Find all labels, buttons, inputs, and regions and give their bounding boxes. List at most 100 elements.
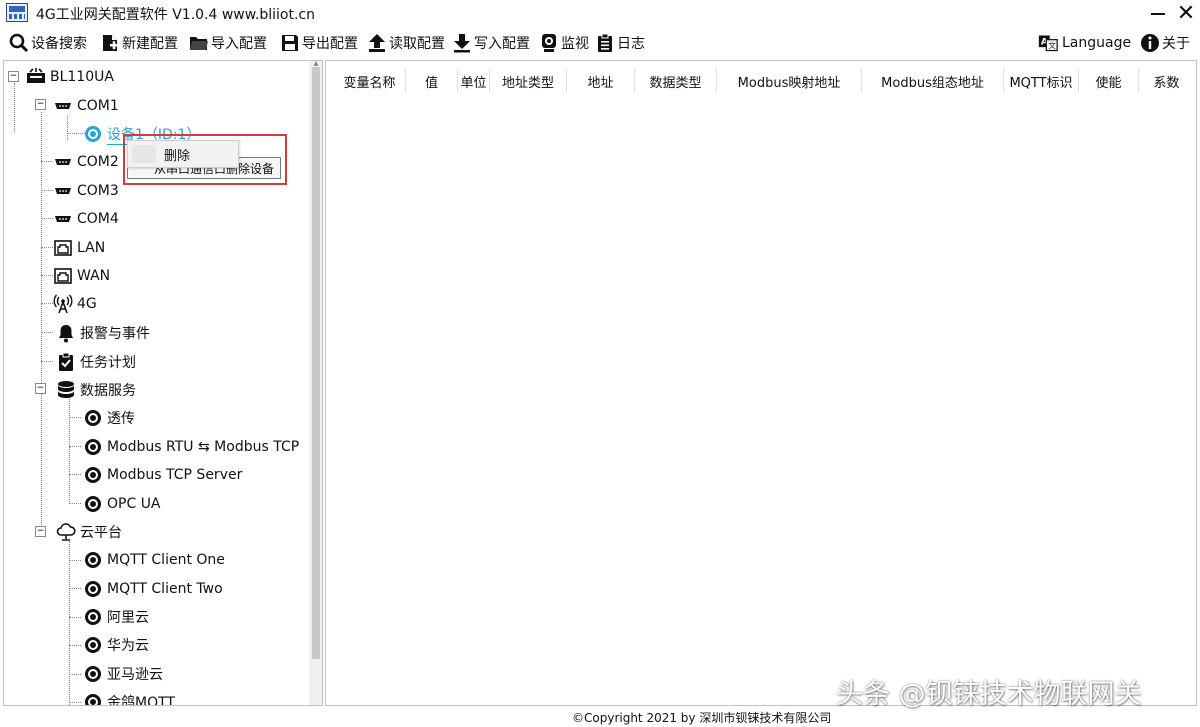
tree-node-com4[interactable]: COM4 bbox=[53, 208, 119, 230]
tree-connector bbox=[41, 161, 53, 162]
about-button[interactable]: 关于 bbox=[1140, 31, 1190, 55]
tree-node-jinge[interactable]: 金鸽MQTT bbox=[83, 691, 175, 706]
language-button[interactable]: A文 Language bbox=[1036, 31, 1131, 55]
new-config-button[interactable]: 新建配置 bbox=[100, 31, 178, 55]
column-header-modbus-map-address[interactable]: Modbus映射地址 bbox=[717, 69, 862, 93]
device-search-button[interactable]: 设备搜索 bbox=[9, 31, 87, 55]
tree-node-com1[interactable]: COM1 bbox=[53, 95, 119, 117]
write-config-label: 写入配置 bbox=[474, 36, 530, 52]
device-search-label: 设备搜索 bbox=[31, 36, 87, 52]
tree-node-aws[interactable]: 亚马逊云 bbox=[83, 663, 163, 685]
tree-node-root[interactable]: BL110UA bbox=[26, 66, 114, 88]
tree-connector bbox=[41, 361, 53, 362]
column-header-coefficient[interactable]: 系数 bbox=[1139, 69, 1194, 93]
tree-node-huawei[interactable]: 华为云 bbox=[83, 634, 149, 656]
tree-scrollbar-thumb[interactable] bbox=[312, 67, 320, 659]
import-config-button[interactable]: 导入配置 bbox=[189, 31, 267, 55]
tree-connector bbox=[69, 674, 81, 675]
tree-connector bbox=[14, 83, 15, 133]
tree-connector bbox=[41, 247, 53, 248]
tree-node-tcp-server[interactable]: Modbus TCP Server bbox=[83, 464, 242, 486]
serial-port-icon bbox=[53, 181, 73, 201]
ethernet-port-icon bbox=[53, 266, 73, 286]
log-button[interactable]: 日志 bbox=[595, 31, 645, 55]
tree-node-lan[interactable]: LAN bbox=[53, 237, 105, 259]
gateway-icon bbox=[26, 67, 46, 87]
tree-node-com3[interactable]: COM3 bbox=[53, 180, 119, 202]
tree-node-com2-label: COM2 bbox=[77, 154, 119, 170]
tree-connector bbox=[69, 702, 81, 703]
tree-connector bbox=[69, 503, 81, 504]
collapse-root-toggle[interactable]: − bbox=[8, 71, 19, 82]
title-bar: 4G工业网关配置软件 V1.0.4 www.bliiot.cn ✕ bbox=[0, 0, 1200, 27]
annotation-highlight-box bbox=[123, 134, 287, 185]
column-header-variable-name[interactable]: 变量名称 bbox=[334, 69, 406, 93]
collapse-com1-toggle[interactable]: − bbox=[35, 99, 46, 110]
tree-connector bbox=[69, 396, 70, 504]
tree-connector bbox=[41, 190, 53, 191]
service-icon bbox=[83, 579, 103, 599]
svg-text:文: 文 bbox=[1048, 40, 1056, 50]
column-header-value[interactable]: 值 bbox=[406, 69, 458, 93]
column-header-unit[interactable]: 单位 bbox=[458, 69, 490, 93]
tree-node-huawei-label: 华为云 bbox=[107, 638, 149, 654]
tree-node-jinge-label: 金鸽MQTT bbox=[107, 695, 175, 706]
column-header-modbus-config-address[interactable]: Modbus组态地址 bbox=[862, 69, 1004, 93]
tree-node-mqtt-two[interactable]: MQTT Client Two bbox=[83, 578, 223, 600]
tree-node-4g[interactable]: 4G bbox=[53, 293, 97, 315]
column-header-address-type[interactable]: 地址类型 bbox=[490, 69, 567, 93]
close-button[interactable]: ✕ bbox=[1164, 0, 1200, 27]
download-arrow-icon bbox=[452, 33, 472, 53]
database-icon bbox=[56, 380, 76, 400]
tree-node-mqtt-one[interactable]: MQTT Client One bbox=[83, 549, 225, 571]
tree-node-com2[interactable]: COM2 bbox=[53, 151, 119, 173]
tree-node-tasks-label: 任务计划 bbox=[80, 355, 136, 371]
service-icon bbox=[83, 664, 103, 684]
bell-icon bbox=[56, 323, 76, 343]
serial-port-icon bbox=[53, 152, 73, 172]
tree-node-opc-ua[interactable]: OPC UA bbox=[83, 493, 161, 515]
tree-connector bbox=[69, 617, 81, 618]
copyright-text: ©Copyright 2021 by 深圳市钡铼技术有限公司 bbox=[572, 711, 832, 725]
tree-connector bbox=[69, 645, 81, 646]
ethernet-port-icon bbox=[53, 238, 73, 258]
collapse-data-service-toggle[interactable]: − bbox=[35, 383, 46, 394]
tree-connector bbox=[69, 446, 81, 447]
tree-node-root-label: BL110UA bbox=[50, 69, 114, 85]
read-config-button[interactable]: 读取配置 bbox=[367, 31, 445, 55]
column-header-address[interactable]: 地址 bbox=[567, 69, 635, 93]
write-config-button[interactable]: 写入配置 bbox=[452, 31, 530, 55]
clipboard-icon bbox=[595, 33, 615, 53]
service-icon bbox=[83, 550, 103, 570]
tree-node-rtu-tcp-label: Modbus RTU ⇆ Modbus TCP bbox=[107, 439, 300, 455]
webcam-icon bbox=[539, 33, 559, 53]
collapse-cloud-toggle[interactable]: − bbox=[35, 526, 46, 537]
tree-scrollbar[interactable]: ▲ bbox=[309, 61, 322, 705]
monitor-button[interactable]: 监视 bbox=[539, 31, 589, 55]
serial-port-icon bbox=[53, 96, 73, 116]
tree-connector bbox=[69, 417, 81, 418]
antenna-icon bbox=[53, 294, 73, 314]
tree-connector bbox=[41, 303, 53, 304]
tree-node-com3-label: COM3 bbox=[77, 183, 119, 199]
export-config-button[interactable]: 导出配置 bbox=[280, 31, 358, 55]
variable-table-panel: 变量名称 值 单位 地址类型 地址 数据类型 Modbus映射地址 Modbus… bbox=[325, 60, 1197, 706]
tree-node-tasks[interactable]: 任务计划 bbox=[56, 351, 136, 373]
tree-node-alarm[interactable]: 报警与事件 bbox=[56, 322, 150, 344]
device-icon bbox=[83, 124, 103, 144]
tree-node-aws-label: 亚马逊云 bbox=[107, 667, 163, 683]
tree-node-cloud[interactable]: 云平台 bbox=[56, 521, 122, 543]
minimize-icon bbox=[1151, 12, 1165, 15]
service-icon bbox=[83, 635, 103, 655]
folder-icon bbox=[189, 33, 209, 53]
column-header-data-type[interactable]: 数据类型 bbox=[635, 69, 717, 93]
tree-node-aliyun[interactable]: 阿里云 bbox=[83, 606, 149, 628]
tree-node-data-service[interactable]: 数据服务 bbox=[56, 379, 136, 401]
tree-node-wan[interactable]: WAN bbox=[53, 265, 110, 287]
service-icon bbox=[83, 692, 103, 705]
column-header-enable[interactable]: 使能 bbox=[1079, 69, 1139, 93]
tree-node-transparent[interactable]: 透传 bbox=[83, 407, 135, 429]
column-header-mqtt-id[interactable]: MQTT标识 bbox=[1004, 69, 1079, 93]
tree-node-rtu-tcp[interactable]: Modbus RTU ⇆ Modbus TCP bbox=[83, 436, 299, 458]
tree-connector bbox=[41, 218, 53, 219]
